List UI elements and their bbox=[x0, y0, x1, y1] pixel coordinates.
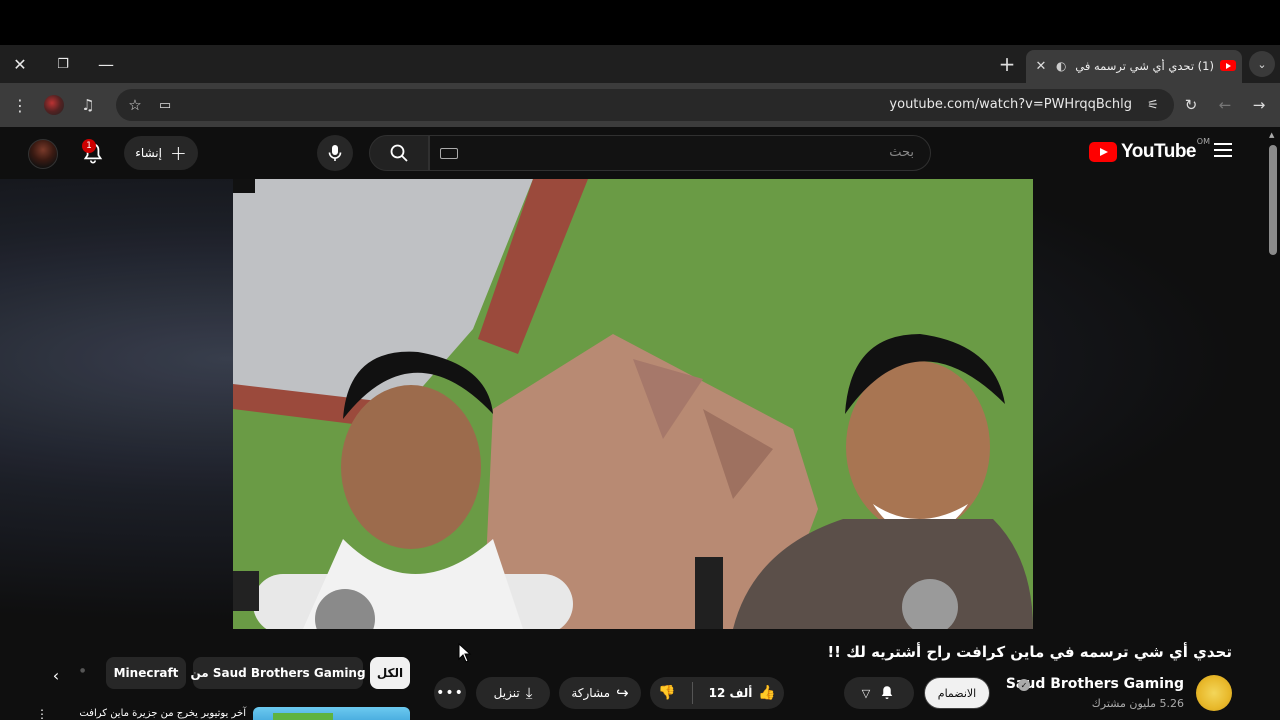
channel-avatar[interactable] bbox=[1196, 675, 1232, 711]
reload-icon[interactable]: ↻ bbox=[1178, 92, 1204, 118]
url-text[interactable]: youtube.com/watch?v=PWHrqqBchlg bbox=[889, 97, 1132, 112]
channel-name[interactable]: Saud Brothers Gaming bbox=[1006, 676, 1184, 692]
window-close-icon[interactable]: ✕ bbox=[2, 45, 38, 83]
pill-divider bbox=[691, 682, 693, 704]
guide-menu-icon[interactable] bbox=[1214, 143, 1232, 157]
browser-tab-bar: ✕ ❐ — + ✕ ◐ (1) تحدي أي شي ترسمه في ما ⌄ bbox=[0, 45, 1280, 83]
back-arrow-icon[interactable]: ← bbox=[1212, 92, 1238, 118]
chip-minecraft[interactable]: Minecraft bbox=[106, 657, 186, 689]
share-button[interactable]: مشاركة ↪ bbox=[559, 677, 641, 709]
screen-top-bar bbox=[0, 0, 1280, 45]
browser-toolbar: ⋮ ♫ ☆ ▭ youtube.com/watch?v=PWHrqqBchlg … bbox=[0, 83, 1280, 127]
keyboard-icon[interactable] bbox=[440, 148, 458, 159]
dislike-icon[interactable]: 👎 bbox=[658, 685, 675, 701]
youtube-logo[interactable]: YouTube OM bbox=[1089, 137, 1210, 163]
new-tab-button[interactable]: + bbox=[994, 51, 1020, 77]
recommendation-title[interactable]: آخر يوتيوبر يخرج من جزيرة ماين كرافت bbox=[70, 708, 246, 719]
chips-prev-chevron-icon[interactable]: ‹ bbox=[42, 661, 70, 689]
profile-avatar[interactable] bbox=[44, 95, 64, 115]
mouse-cursor-icon bbox=[458, 643, 472, 663]
verified-check-icon: ✓ bbox=[1018, 679, 1030, 691]
voice-search-button[interactable] bbox=[317, 135, 353, 171]
download-label: تنزيل bbox=[493, 686, 520, 700]
video-player[interactable] bbox=[233, 179, 1033, 629]
chip-from-channel[interactable]: من Saud Brothers Gaming bbox=[190, 657, 366, 689]
mic-icon bbox=[328, 145, 342, 161]
like-icon[interactable]: 👍 bbox=[758, 685, 775, 701]
notification-badge: 1 bbox=[82, 139, 96, 153]
subscriber-count: 5.26 مليون مشترك bbox=[1091, 697, 1184, 710]
video-title: تحدي أي شي ترسمه في ماين كرافت راح أشتري… bbox=[827, 643, 1232, 661]
bell-icon bbox=[881, 686, 893, 699]
scroll-up-icon[interactable]: ▲ bbox=[1269, 131, 1274, 139]
more-actions-button[interactable]: ••• bbox=[434, 677, 466, 709]
channel-row: Saud Brothers Gaming ✓ 5.26 مليون مشترك … bbox=[842, 675, 1232, 715]
subscribed-button[interactable]: ▽ bbox=[844, 677, 914, 709]
account-avatar[interactable] bbox=[28, 139, 58, 169]
browser-menu-icon[interactable]: ⋮ bbox=[7, 92, 33, 118]
download-icon: ⤓ bbox=[525, 684, 533, 702]
more-dots-icon: ••• bbox=[436, 685, 464, 701]
create-label: إنشاء bbox=[135, 146, 162, 160]
youtube-header: 1 إنشاء + بحث YouTube OM bbox=[0, 127, 1266, 179]
scrollbar-thumb[interactable] bbox=[1269, 145, 1277, 255]
page-scrollbar[interactable]: ▲ bbox=[1266, 127, 1280, 720]
recommendation-thumbnail[interactable] bbox=[253, 707, 410, 720]
download-button[interactable]: تنزيل ⤓ bbox=[476, 677, 550, 709]
tab-audio-icon[interactable]: ◐ bbox=[1056, 59, 1066, 73]
browser-tab-active[interactable]: ✕ ◐ (1) تحدي أي شي ترسمه في ما bbox=[1026, 50, 1242, 83]
cast-icon[interactable]: ▭ bbox=[152, 92, 178, 118]
like-count[interactable]: 12 ألف bbox=[709, 686, 753, 700]
tab-title: (1) تحدي أي شي ترسمه في ما bbox=[1074, 59, 1214, 73]
country-code: OM bbox=[1196, 137, 1210, 146]
site-settings-icon[interactable]: ⚟ bbox=[1140, 92, 1166, 118]
youtube-play-icon bbox=[1089, 142, 1118, 162]
chip-all[interactable]: الكل bbox=[370, 657, 410, 689]
thumbnail-grass bbox=[273, 713, 333, 720]
youtube-logo-text: YouTube bbox=[1121, 141, 1196, 162]
search-icon bbox=[390, 144, 408, 162]
tab-close-icon[interactable]: ✕ bbox=[1032, 57, 1050, 75]
chips-fade-icon: ● bbox=[80, 667, 86, 674]
address-bar[interactable]: ☆ ▭ youtube.com/watch?v=PWHrqqBchlg ⚟ bbox=[116, 89, 1174, 121]
recommendation-menu-icon[interactable]: ⋮ bbox=[36, 707, 48, 720]
create-button[interactable]: إنشاء + bbox=[124, 136, 198, 170]
window-minimize-icon[interactable]: — bbox=[88, 45, 124, 83]
like-dislike-pill: 👎 12 ألف 👍 bbox=[650, 677, 784, 709]
search-button[interactable] bbox=[369, 135, 429, 171]
chevron-down-icon: ▽ bbox=[861, 686, 871, 700]
search-placeholder: بحث bbox=[889, 145, 914, 160]
plus-icon: + bbox=[169, 141, 187, 165]
tab-search-chevron-icon[interactable]: ⌄ bbox=[1249, 51, 1275, 77]
share-label: مشاركة bbox=[571, 686, 611, 700]
window-restore-icon[interactable]: ❐ bbox=[45, 45, 81, 83]
forward-arrow-icon[interactable]: → bbox=[1246, 92, 1272, 118]
share-arrow-icon: ↪ bbox=[616, 684, 629, 702]
youtube-favicon-icon bbox=[1220, 60, 1236, 71]
bookmark-star-icon[interactable]: ☆ bbox=[122, 92, 148, 118]
search-input[interactable]: بحث bbox=[429, 135, 931, 171]
join-button[interactable]: الانضمام bbox=[924, 677, 990, 709]
media-controls-icon[interactable]: ♫ bbox=[75, 92, 101, 118]
video-frame bbox=[233, 179, 1033, 629]
youtube-page: 1 إنشاء + بحث YouTube OM تحدي أي شي ترسم… bbox=[0, 127, 1280, 720]
